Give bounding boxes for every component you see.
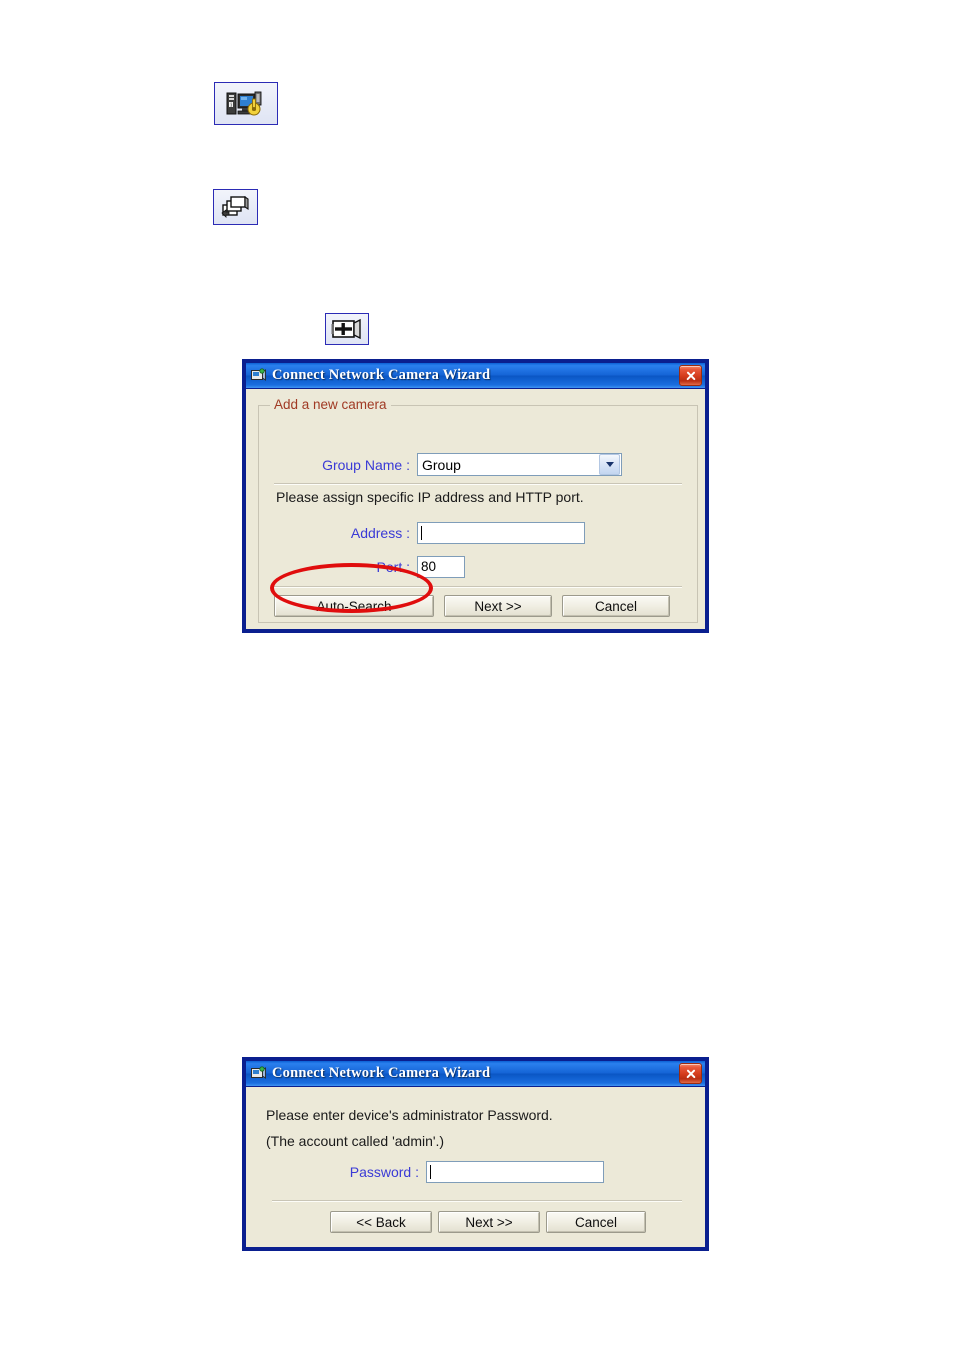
dialog-body: Add a new camera Group Name : Group Plea… (246, 389, 705, 630)
multi-screen-icon[interactable] (213, 189, 258, 225)
close-icon[interactable] (679, 1063, 702, 1084)
divider-bottom (272, 1200, 682, 1202)
password-row: Password : (246, 1161, 711, 1183)
back-button[interactable]: << Back (330, 1211, 432, 1233)
dialog-title-bar[interactable]: Connect Network Camera Wizard (246, 363, 705, 389)
divider-top (274, 483, 682, 485)
instruction-text: Please assign specific IP address and HT… (276, 489, 584, 505)
close-icon[interactable] (679, 365, 702, 386)
add-camera-icon[interactable] (325, 313, 369, 345)
address-label: Address : (350, 525, 410, 541)
groupbox-title: Add a new camera (270, 397, 391, 412)
port-label: Port : (376, 559, 410, 575)
next-button[interactable]: Next >> (438, 1211, 540, 1233)
password-prompt-line2: (The account called 'admin'.) (266, 1133, 445, 1149)
svg-text:i: i (230, 102, 232, 108)
auto-search-button[interactable]: Auto-Search (274, 595, 434, 617)
camera-wizard-icon (250, 1065, 267, 1082)
password-label: Password : (349, 1164, 419, 1180)
text-caret (421, 526, 422, 540)
add-camera-icon-glyph (331, 318, 361, 340)
password-prompt-line1: Please enter device's administrator Pass… (266, 1107, 553, 1123)
dialog-body: Please enter device's administrator Pass… (246, 1087, 705, 1248)
next-button[interactable]: Next >> (444, 595, 552, 617)
text-caret (430, 1165, 431, 1179)
cancel-button[interactable]: Cancel (546, 1211, 646, 1233)
port-input[interactable]: 80 (417, 556, 465, 578)
server-security-icon[interactable]: i (214, 82, 278, 125)
port-value: 80 (421, 559, 437, 575)
add-a-new-camera-groupbox: Add a new camera (258, 397, 698, 623)
group-name-select[interactable]: Group (417, 453, 622, 476)
dialog-title-bar[interactable]: Connect Network Camera Wizard (246, 1061, 705, 1087)
dialog-title: Connect Network Camera Wizard (272, 367, 491, 383)
dialog-title: Connect Network Camera Wizard (272, 1065, 491, 1081)
port-row: Port : 80 (258, 556, 698, 578)
address-input[interactable] (417, 522, 585, 544)
group-name-row: Group Name : Group (258, 453, 698, 476)
divider-bottom (274, 586, 682, 588)
password-input[interactable] (426, 1161, 604, 1183)
cancel-button[interactable]: Cancel (562, 595, 670, 617)
group-name-value: Group (422, 456, 461, 473)
chevron-down-icon[interactable] (599, 454, 620, 475)
camera-wizard-icon (250, 367, 267, 384)
address-row: Address : (258, 522, 698, 544)
server-security-icon-glyph: i (226, 91, 262, 115)
group-name-label: Group Name : (322, 456, 410, 473)
connect-network-camera-wizard-dialog-add-camera: Connect Network Camera Wizard Add a new … (243, 360, 708, 632)
connect-network-camera-wizard-dialog-password: Connect Network Camera Wizard Please ent… (243, 1058, 708, 1250)
multi-screen-icon-glyph (220, 195, 249, 218)
document-page: i Connect Network Camera Wizard Add a ne… (0, 0, 954, 1355)
